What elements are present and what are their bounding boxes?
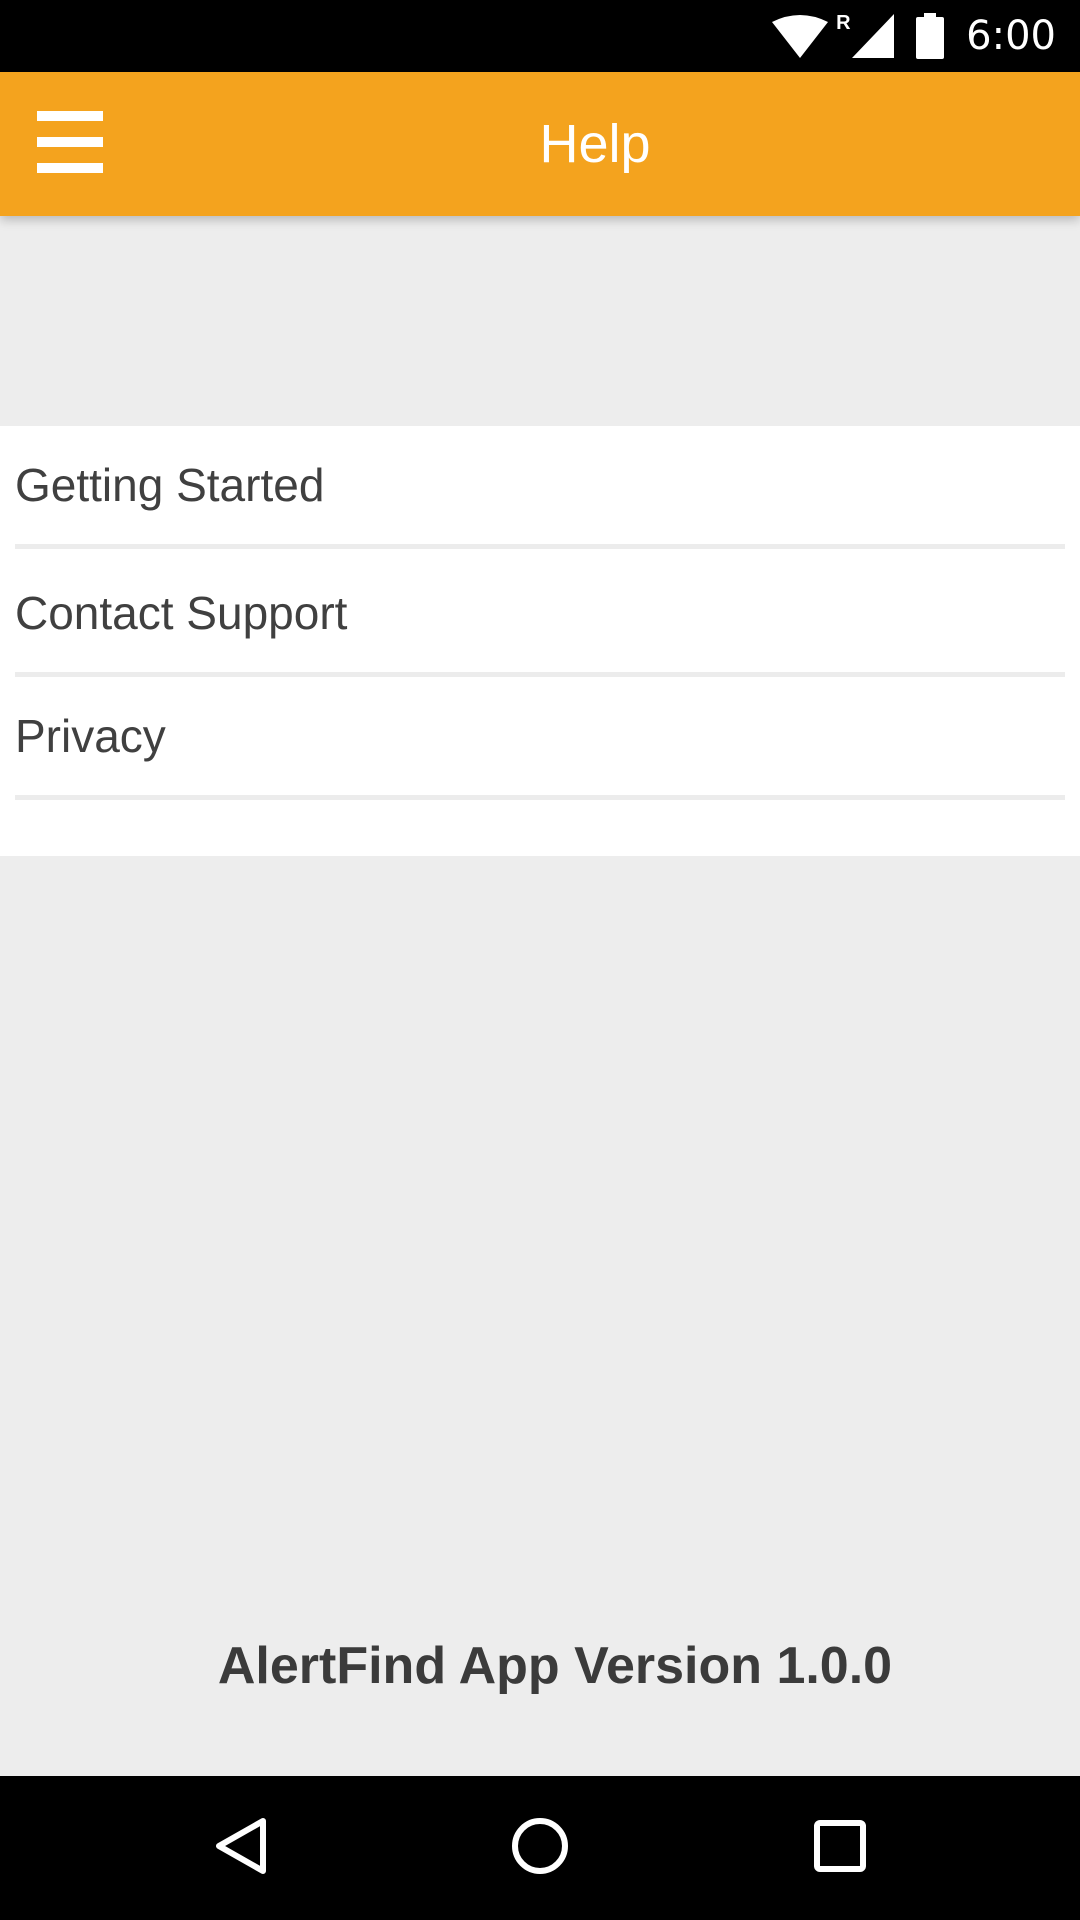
help-item-label: Contact Support (15, 587, 348, 639)
battery-icon (916, 13, 945, 59)
recents-icon (813, 1819, 867, 1878)
help-item-label: Getting Started (15, 459, 325, 511)
recents-button[interactable] (790, 1798, 890, 1898)
help-item-getting-started[interactable]: Getting Started (15, 426, 1065, 549)
cell-signal-icon (852, 14, 895, 58)
roaming-label: R (836, 12, 851, 34)
status-bar: R 6:00 (0, 0, 1080, 72)
status-icons: R 6:00 (772, 0, 1056, 72)
back-button[interactable] (190, 1798, 290, 1898)
roaming-icon: R (836, 12, 851, 58)
back-icon (213, 1817, 267, 1880)
help-item-label: Privacy (15, 710, 166, 762)
wifi-icon (772, 14, 829, 58)
home-icon (510, 1816, 570, 1881)
page-title: Help (539, 114, 651, 174)
app-bar: Help (0, 72, 1080, 216)
help-list: Getting Started Contact Support Privacy (0, 426, 1080, 856)
home-button[interactable] (490, 1798, 590, 1898)
help-item-contact-support[interactable]: Contact Support (15, 554, 1065, 677)
system-nav-bar (0, 1776, 1080, 1920)
app-version-text: AlertFind App Version 1.0.0 (217, 1637, 893, 1695)
help-item-privacy[interactable]: Privacy (15, 677, 1065, 800)
status-time: 6:00 (966, 13, 1056, 59)
